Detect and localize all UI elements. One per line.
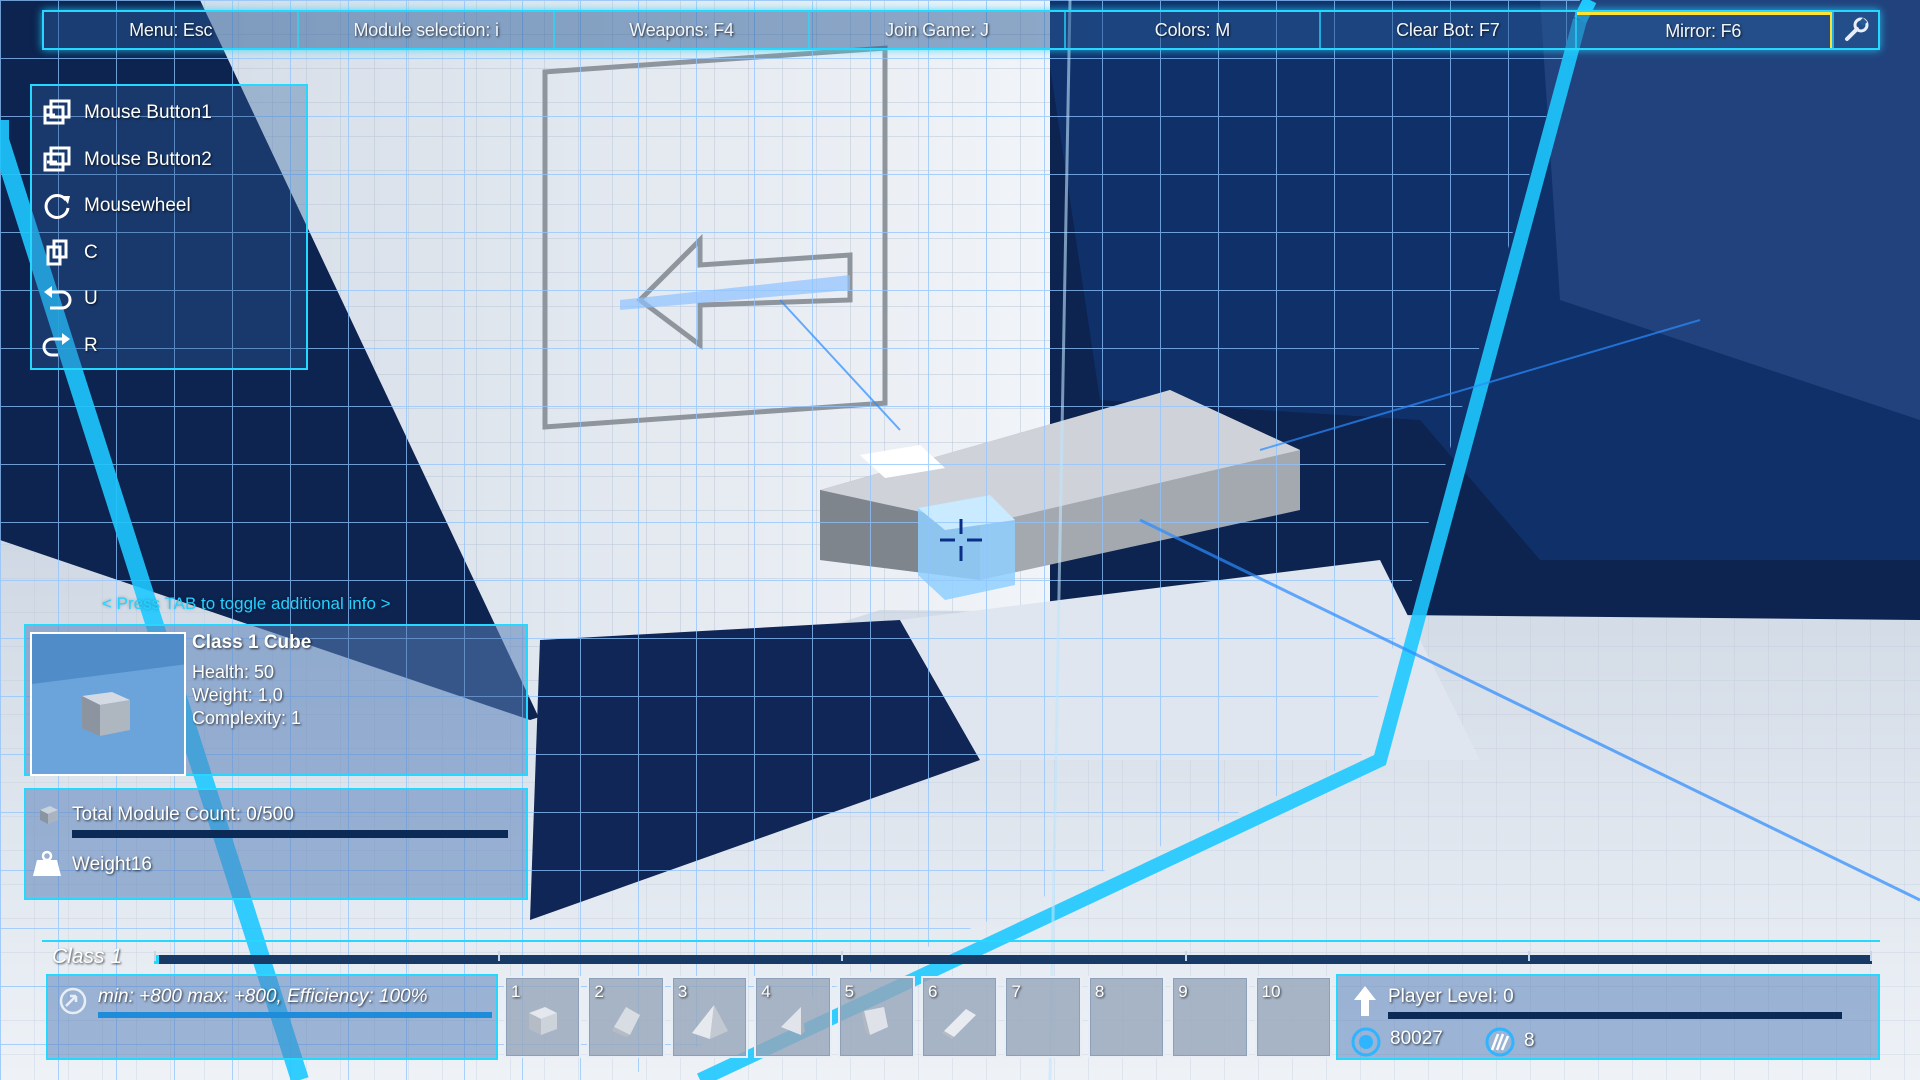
control-label: Mouse Button2: [84, 148, 212, 170]
class-tick: [841, 951, 844, 961]
control-redo: R: [40, 323, 298, 370]
slot-number: 6: [928, 982, 938, 1001]
topbar-join-game-label: Join Game: J: [885, 19, 989, 40]
module-count-icon: [40, 806, 58, 824]
redo-icon: [40, 331, 74, 361]
crosshair-icon: [940, 519, 982, 561]
module-count-panel: Total Module Count: 0/500 Weight16: [24, 788, 528, 900]
topbar-clear-bot-label: Clear Bot: F7: [1396, 19, 1500, 40]
pyramid-icon: [691, 1004, 728, 1039]
class-tick: [1528, 951, 1531, 961]
topbar-clear-bot[interactable]: Clear Bot: F7: [1321, 12, 1577, 48]
module-complexity: Complexity: 1: [192, 708, 302, 728]
topbar-menu[interactable]: Menu: Esc: [44, 12, 300, 48]
slot-number: 3: [677, 982, 688, 1001]
topbar-weapons-label: Weapons: F4: [629, 19, 734, 40]
topbar-module-selection-label: Module selection: i: [353, 19, 499, 40]
wrench-button[interactable]: [1831, 12, 1878, 48]
weight-total: Weight16: [72, 854, 152, 875]
control-mousewheel: Mousewheel: [40, 183, 298, 230]
player-level: Player Level: 0: [1388, 986, 1514, 1007]
weight-icon: [33, 850, 61, 876]
control-label: Mousewheel: [84, 195, 191, 217]
power-stats: min: +800 max: +800, Efficiency: 100%: [98, 986, 428, 1007]
hotbar-slot-7[interactable]: 7: [1004, 976, 1082, 1058]
controls-panel: Mouse Button1 Mouse Button2 Mousewheel C…: [30, 84, 308, 370]
tech-points-amount: 8: [1524, 1030, 1535, 1051]
player-panel: Player Level: 0 80027 8: [1336, 974, 1880, 1060]
module-info-panel: Class 1 Cube Health: 50 Weight: 1,0 Comp…: [24, 624, 528, 776]
class-tick: [154, 951, 156, 961]
tech-points-icon: [1485, 1027, 1515, 1057]
currency-icon: [1351, 1027, 1381, 1057]
slot-number: 1: [511, 982, 521, 1001]
module-name: Class 1 Cube: [192, 632, 312, 653]
player-level-bar: [1388, 1012, 1842, 1019]
slot-number: 5: [844, 982, 855, 1001]
corner-icon: [862, 1006, 889, 1035]
ramp-icon: [941, 1008, 976, 1039]
topbar-colors-label: Colors: M: [1154, 19, 1230, 40]
control-mouse-button2: Mouse Button2: [40, 137, 298, 184]
power-panel: min: +800 max: +800, Efficiency: 100%: [46, 974, 498, 1060]
control-mouse-button1: Mouse Button1: [40, 90, 298, 137]
mouse-button2-icon: [40, 145, 74, 175]
control-label: R: [84, 334, 98, 356]
slope-icon: [612, 1006, 641, 1037]
class-tick: [497, 951, 500, 961]
topbar-join-game[interactable]: Join Game: J: [810, 12, 1066, 48]
class-progress-track: [154, 951, 1872, 964]
topbar-module-selection[interactable]: Module selection: i: [299, 12, 555, 48]
tab-hint: < Press TAB to toggle additional info >: [102, 594, 391, 613]
class-progress-bar: Class 1: [42, 940, 1880, 974]
hotbar-slot-3[interactable]: 3: [670, 976, 749, 1058]
copy-icon: [40, 238, 74, 268]
hotbar-slot-5[interactable]: 5: [837, 976, 916, 1058]
slot-number: 4: [761, 982, 771, 1001]
module-health: Health: 50: [192, 662, 275, 682]
slot-number: 9: [1178, 982, 1188, 1001]
slot-number: 7: [1011, 982, 1021, 1001]
hotkey-bar: Menu: Esc Module selection: i Weapons: F…: [42, 10, 1880, 50]
topbar-weapons[interactable]: Weapons: F4: [555, 12, 811, 48]
power-efficiency-bar: [98, 1012, 492, 1018]
hotbar-slot-4[interactable]: 4: [754, 976, 832, 1058]
hotbar-slot-6[interactable]: 6: [921, 976, 999, 1058]
slot-number: 8: [1094, 982, 1105, 1001]
topbar-menu-label: Menu: Esc: [129, 19, 213, 40]
power-icon: [59, 987, 87, 1015]
hotbar-slot-1[interactable]: 1: [504, 976, 582, 1058]
wedge-icon: [780, 1006, 805, 1035]
class-tick: [1870, 951, 1872, 961]
wrench-icon: [1844, 17, 1869, 41]
topbar-mirror[interactable]: Mirror: F6: [1576, 12, 1832, 48]
control-label: Mouse Button1: [84, 102, 212, 124]
total-module-count: Total Module Count: 0/500: [72, 804, 294, 825]
hotbar-slot-9[interactable]: 9: [1171, 976, 1249, 1058]
topbar-colors[interactable]: Colors: M: [1066, 12, 1322, 48]
module-thumbnail: [30, 632, 186, 776]
cube-icon: [32, 634, 184, 774]
module-hotbar: 1 2 3 4 5 6 7 8 9 10: [500, 974, 1336, 1060]
control-copy: C: [40, 230, 298, 277]
slot-number: 10: [1261, 982, 1281, 1001]
hotbar-slot-10[interactable]: 10: [1254, 976, 1333, 1058]
mouse-button1-icon: [40, 98, 74, 128]
hotbar-slot-8[interactable]: 8: [1087, 976, 1166, 1058]
slot-number: 2: [594, 982, 604, 1001]
undo-icon: [40, 284, 74, 314]
rotate-icon: [40, 191, 74, 221]
cube-icon: [528, 1006, 557, 1035]
topbar-mirror-label: Mirror: F6: [1665, 21, 1742, 41]
control-label: U: [84, 288, 98, 310]
class-label: Class 1: [52, 945, 123, 968]
control-undo: U: [40, 276, 298, 323]
level-up-icon: [1354, 986, 1376, 1016]
control-label: C: [84, 241, 98, 263]
hotbar-slot-2[interactable]: 2: [587, 976, 665, 1058]
module-count-bar: [72, 830, 508, 838]
class-tick: [1184, 951, 1187, 961]
module-weight: Weight: 1,0: [192, 685, 283, 705]
currency-amount: 80027: [1390, 1028, 1443, 1049]
